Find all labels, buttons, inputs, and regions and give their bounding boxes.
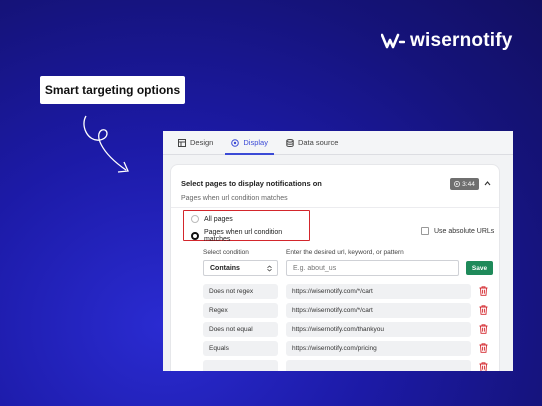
database-icon — [286, 138, 294, 147]
save-button[interactable]: Save — [466, 261, 493, 275]
rule-row: Regex https://wisernotify.com/*/cart — [203, 303, 493, 319]
tab-design[interactable]: Design — [169, 131, 222, 154]
trash-icon[interactable] — [479, 324, 488, 334]
rule-value[interactable] — [286, 360, 471, 371]
rule-condition[interactable]: Regex — [203, 303, 278, 318]
brand-logo: wisernotify — [381, 30, 513, 52]
play-icon — [454, 181, 461, 187]
tab-bar: Design Display Data source — [163, 131, 513, 155]
trash-icon[interactable] — [479, 305, 488, 315]
tab-display-label: Display — [243, 138, 268, 147]
rule-row: Equals https://wisernotify.com/pricing — [203, 341, 493, 357]
page-option-highlight: All pages Pages when url condition match… — [183, 210, 310, 243]
trash-icon[interactable] — [479, 343, 488, 353]
rule-row: Does not regex https://wisernotify.com/*… — [203, 284, 493, 300]
curved-arrow-icon — [83, 115, 129, 173]
design-icon — [178, 138, 186, 147]
absolute-urls-label: Use absolute URLs — [434, 227, 495, 235]
display-rules-card: Select pages to display notifications on… — [170, 164, 500, 371]
rule-row-partial — [203, 360, 493, 371]
settings-panel: Design Display Data source Select pages … — [163, 131, 513, 371]
video-duration: 3:44 — [462, 180, 475, 188]
radio-all-pages-button[interactable] — [191, 215, 199, 223]
rule-value[interactable]: https://wisernotify.com/thankyou — [286, 322, 471, 337]
rule-value[interactable]: https://wisernotify.com/pricing — [286, 341, 471, 356]
radio-url-match[interactable]: Pages when url condition matches — [191, 229, 309, 243]
chevron-updown-icon — [267, 265, 272, 272]
trash-icon[interactable] — [479, 286, 488, 296]
brand-name: wisernotify — [410, 30, 513, 51]
rule-row: Does not equal https://wisernotify.com/t… — [203, 322, 493, 338]
radio-all-pages-label: All pages — [204, 215, 233, 223]
condition-select-value: Contains — [210, 264, 240, 272]
rule-value[interactable]: https://wisernotify.com/*/cart — [286, 303, 471, 318]
tab-data-source-label: Data source — [297, 138, 339, 147]
section-title: Select pages to display notifications on — [181, 179, 322, 188]
radio-url-match-button[interactable] — [191, 232, 199, 240]
divider — [171, 207, 499, 208]
tab-display[interactable]: Display — [222, 131, 277, 155]
tab-data-source[interactable]: Data source — [277, 131, 347, 154]
radio-url-match-label: Pages when url condition matches — [203, 229, 283, 243]
callout-label: Smart targeting options — [40, 76, 185, 104]
rule-condition[interactable]: Does not equal — [203, 322, 278, 337]
wiser-w-icon — [381, 33, 405, 49]
url-pattern-input[interactable] — [286, 260, 459, 276]
rule-condition[interactable]: Equals — [203, 341, 278, 356]
video-tutorial-button[interactable]: 3:44 — [450, 178, 479, 190]
radio-all-pages[interactable]: All pages — [191, 215, 233, 223]
absolute-urls-checkbox[interactable] — [421, 227, 429, 235]
condition-label: Select condition — [203, 249, 249, 256]
section-subtitle: Pages when url condition matches — [181, 195, 288, 202]
pattern-label: Enter the desired url, keyword, or patte… — [286, 249, 404, 256]
absolute-urls-option[interactable]: Use absolute URLs — [421, 227, 494, 235]
rule-condition[interactable]: Does not regex — [203, 284, 278, 299]
rule-condition[interactable] — [203, 360, 278, 371]
trash-icon[interactable] — [479, 362, 488, 371]
condition-select[interactable]: Contains — [203, 260, 278, 276]
rule-value[interactable]: https://wisernotify.com/*/cart — [286, 284, 471, 299]
display-icon — [231, 138, 240, 147]
chevron-up-icon[interactable] — [484, 180, 491, 187]
tab-design-label: Design — [190, 138, 214, 147]
